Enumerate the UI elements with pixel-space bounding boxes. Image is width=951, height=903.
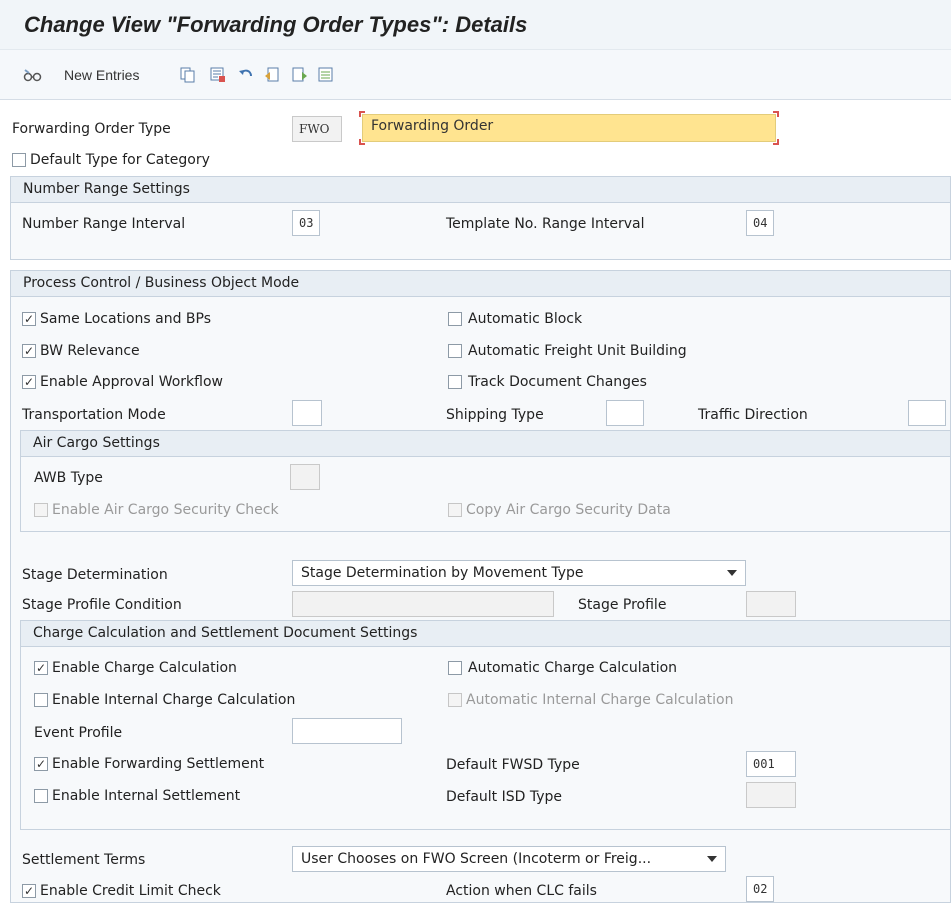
air-cargo-security-check-checkbox [34,503,48,517]
same-locations-checkbox[interactable]: ✓ [22,312,36,326]
copy-air-cargo-security-checkbox [448,503,462,517]
process-control-header: Process Control / Business Object Mode [11,271,950,297]
enable-charge-calc-label: Enable Charge Calculation [52,660,237,676]
approval-workflow-checkbox[interactable]: ✓ [22,375,36,389]
next-entry-icon[interactable] [290,65,310,85]
stage-determination-value: Stage Determination by Movement Type [301,565,584,581]
copy-icon[interactable] [178,65,198,85]
enable-charge-calc-checkbox[interactable]: ✓ [34,661,48,675]
settlement-terms-label: Settlement Terms [22,852,146,868]
required-marker [359,139,365,145]
auto-fu-building-checkbox[interactable] [448,344,462,358]
chevron-down-icon [707,856,717,862]
template-range-interval-field[interactable]: 04 [746,210,774,236]
default-type-checkbox[interactable] [12,153,26,167]
required-marker [773,111,779,117]
settlement-terms-dropdown[interactable]: User Chooses on FWO Screen (Incoterm or … [292,846,726,872]
auto-charge-calc-checkbox[interactable] [448,661,462,675]
fwd-order-type-code-field: FWO [292,116,342,142]
bw-relevance-checkbox[interactable]: ✓ [22,344,36,358]
default-fwsd-type-field[interactable]: 001 [746,751,796,777]
clc-fails-action-label: Action when CLC fails [446,883,597,899]
track-doc-changes-checkbox[interactable] [448,375,462,389]
default-fwsd-type-label: Default FWSD Type [446,757,580,773]
charge-calculation-header: Charge Calculation and Settlement Docume… [21,621,950,647]
stage-profile-label: Stage Profile [578,597,667,613]
auto-charge-calc-label: Automatic Charge Calculation [468,660,678,676]
required-marker [773,139,779,145]
enable-fwd-settlement-label: Enable Forwarding Settlement [52,756,265,772]
required-marker [359,111,365,117]
enable-internal-settlement-checkbox[interactable] [34,789,48,803]
automatic-block-label: Automatic Block [468,311,583,327]
enable-internal-charge-checkbox[interactable] [34,693,48,707]
awb-type-label: AWB Type [34,470,103,486]
new-entries-button[interactable]: New Entries [64,65,139,85]
event-profile-label: Event Profile [34,725,123,741]
credit-limit-check-label: Enable Credit Limit Check [40,883,221,899]
enable-internal-charge-label: Enable Internal Charge Calculation [52,692,296,708]
transport-mode-field[interactable] [292,400,322,426]
delete-icon[interactable] [208,65,228,85]
shipping-type-label: Shipping Type [446,407,544,423]
previous-entry-icon[interactable] [262,65,282,85]
air-cargo-security-check-label: Enable Air Cargo Security Check [52,502,279,518]
clc-fails-action-field[interactable]: 02 [746,876,774,902]
event-profile-field[interactable] [292,718,402,744]
auto-internal-charge-label: Automatic Internal Charge Calculation [466,692,734,708]
awb-type-field[interactable] [290,464,320,490]
stage-profile-field[interactable] [746,591,796,617]
number-range-header: Number Range Settings [11,177,950,203]
copy-air-cargo-security-label: Copy Air Cargo Security Data [466,502,671,518]
stage-profile-condition-field[interactable] [292,591,554,617]
auto-fu-building-label: Automatic Freight Unit Building [468,343,687,359]
fwd-order-type-label: Forwarding Order Type [12,121,171,137]
stage-profile-condition-label: Stage Profile Condition [22,597,182,613]
page-title: Change View "Forwarding Order Types": De… [0,0,951,50]
number-range-interval-label: Number Range Interval [22,216,186,232]
chevron-down-icon [727,570,737,576]
template-range-interval-label: Template No. Range Interval [446,216,645,232]
same-locations-label: Same Locations and BPs [40,311,212,327]
enable-fwd-settlement-checkbox[interactable]: ✓ [34,757,48,771]
default-isd-type-label: Default ISD Type [446,789,563,805]
transport-mode-label: Transportation Mode [22,407,166,423]
bw-relevance-label: BW Relevance [40,343,140,359]
undo-icon[interactable] [236,65,256,85]
default-isd-type-field[interactable] [746,782,796,808]
number-range-interval-field[interactable]: 03 [292,210,320,236]
stage-determination-label: Stage Determination [22,567,168,583]
air-cargo-header: Air Cargo Settings [21,431,950,457]
auto-internal-charge-checkbox [448,693,462,707]
shipping-type-field[interactable] [606,400,644,426]
track-doc-changes-label: Track Document Changes [468,374,647,390]
edit-glasses-icon[interactable] [22,65,44,85]
credit-limit-check-checkbox[interactable]: ✓ [22,884,36,898]
approval-workflow-label: Enable Approval Workflow [40,374,223,390]
traffic-direction-label: Traffic Direction [698,407,808,423]
settlement-terms-value: User Chooses on FWO Screen (Incoterm or … [301,851,652,867]
default-type-label: Default Type for Category [30,152,210,168]
fwd-order-type-description-field[interactable]: Forwarding Order [362,114,776,142]
enable-internal-settlement-label: Enable Internal Settlement [52,788,241,804]
application-toolbar: New Entries [0,50,951,100]
traffic-direction-field[interactable] [908,400,946,426]
automatic-block-checkbox[interactable] [448,312,462,326]
select-all-icon[interactable] [316,65,336,85]
stage-determination-dropdown[interactable]: Stage Determination by Movement Type [292,560,746,586]
